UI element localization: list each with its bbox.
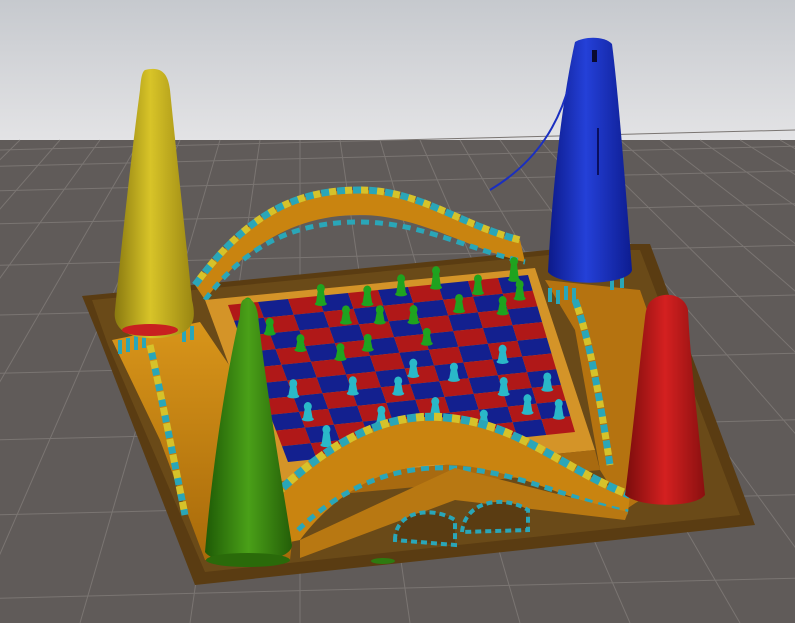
board-square[interactable] xyxy=(357,402,392,422)
board-square[interactable] xyxy=(378,287,414,306)
board-square[interactable] xyxy=(512,322,547,341)
board-square[interactable] xyxy=(270,411,305,431)
board-square[interactable] xyxy=(448,312,483,332)
board-square[interactable] xyxy=(369,352,405,372)
board-square[interactable] xyxy=(258,299,294,318)
board-square[interactable] xyxy=(517,337,552,357)
green-tower-base xyxy=(206,553,290,567)
board-square[interactable] xyxy=(507,306,543,326)
board-square[interactable] xyxy=(375,368,411,388)
blue-tower-slot xyxy=(592,50,597,62)
board-square[interactable] xyxy=(468,375,503,394)
board-square[interactable] xyxy=(492,356,527,376)
board-square[interactable] xyxy=(299,327,335,347)
game-viewport[interactable] xyxy=(0,0,795,623)
board-square[interactable] xyxy=(428,346,464,366)
board-square[interactable] xyxy=(413,299,449,319)
yellow-tower-base-red xyxy=(122,324,178,336)
board-square[interactable] xyxy=(316,374,352,394)
board-square[interactable] xyxy=(399,349,435,369)
board-square[interactable] xyxy=(482,325,518,344)
board-square[interactable] xyxy=(522,353,557,373)
board-square[interactable] xyxy=(329,324,365,344)
board-square[interactable] xyxy=(453,328,488,347)
board-square[interactable] xyxy=(444,393,479,413)
board-square[interactable] xyxy=(458,343,493,363)
board-square[interactable] xyxy=(310,358,347,378)
green-blob xyxy=(371,558,395,564)
board-square[interactable] xyxy=(276,427,311,447)
board-square[interactable] xyxy=(281,361,317,381)
sky-background xyxy=(0,0,795,145)
board-square[interactable] xyxy=(410,381,445,400)
board-square[interactable] xyxy=(323,308,359,328)
board-square[interactable] xyxy=(463,359,498,379)
board-square[interactable] xyxy=(328,405,363,425)
board-square[interactable] xyxy=(293,311,330,331)
